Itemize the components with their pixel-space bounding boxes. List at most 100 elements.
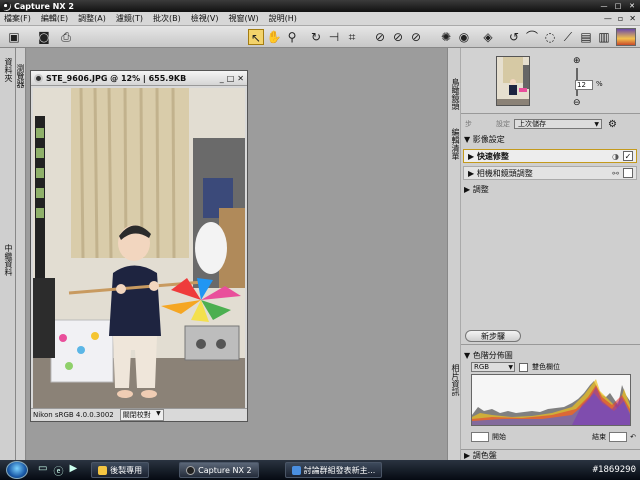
menu-filter[interactable]: 濾鏡(T): [116, 13, 143, 24]
photo-image: [33, 88, 245, 408]
show-desktop-icon[interactable]: ▭: [38, 463, 47, 478]
eye-icon[interactable]: ◑: [612, 152, 619, 161]
tab-browser[interactable]: 瀏覽器: [16, 64, 26, 88]
start-label: 開始: [492, 433, 506, 441]
image-close-button[interactable]: ✕: [237, 74, 244, 83]
image-settings-section[interactable]: ▼ 影像設定: [461, 133, 640, 145]
edit-list-header: 步 設定 上次儲存 ⚙: [461, 117, 640, 131]
crop-icon[interactable]: ⌗: [344, 29, 360, 45]
gear-icon[interactable]: ⚙: [608, 119, 617, 130]
browser-icon[interactable]: ▣: [6, 29, 22, 45]
zoom-in-icon[interactable]: ⊕: [573, 56, 581, 66]
adjust-section[interactable]: ▶ 調整: [461, 183, 640, 195]
right-panel: ⊕ 12 % ⊖ 步 設定 上次儲存 ⚙ ▼ 影像設定 ▶ 快速修整 ◑ ✓ ▶…: [461, 48, 640, 460]
zoom-tool-icon[interactable]: ⚲: [284, 29, 300, 45]
tab-edit-list[interactable]: 編輯清單: [449, 128, 461, 160]
title-bar: Capture NX 2 — □ ✕: [0, 0, 640, 12]
layers-icon[interactable]: ▥: [596, 29, 612, 45]
direct-select-tool-icon[interactable]: ↖: [248, 29, 264, 45]
right-tab-strip: 鳥瞰鏡頭 編輯清單 相片資訊: [447, 48, 461, 460]
ie-icon[interactable]: ⓔ: [53, 463, 63, 478]
color-point-icon[interactable]: ◈: [480, 29, 496, 45]
reset-icon[interactable]: ↶: [630, 433, 636, 441]
gradient-icon[interactable]: ⟋: [560, 29, 576, 45]
folder-icon: [98, 465, 108, 475]
image-minimize-button[interactable]: _: [220, 74, 224, 83]
camera-icon[interactable]: ◙: [36, 29, 52, 45]
settings-label: 設定: [496, 120, 510, 128]
end-field[interactable]: [609, 432, 628, 442]
image-window-title: STE_9606.JPG @ 12% | 655.9KB: [46, 73, 187, 83]
left-dock-browser: 瀏覽器: [16, 48, 26, 460]
tab-folders[interactable]: 資料夾: [2, 58, 14, 82]
settings-select[interactable]: 上次儲存: [514, 119, 602, 129]
menu-view[interactable]: 檢視(V): [191, 13, 219, 24]
histogram-graph[interactable]: [471, 374, 631, 426]
color-profile: Nikon sRGB 4.0.0.3002: [33, 411, 114, 419]
palette-section[interactable]: ▶ 調色盤: [461, 449, 640, 460]
red-eye-icon[interactable]: ✺: [438, 29, 454, 45]
image-window[interactable]: STE_9606.JPG @ 12% | 655.9KB _ □ ✕ Nikon…: [30, 70, 248, 422]
step-quick-fix-checkbox[interactable]: ✓: [623, 151, 633, 161]
start-field[interactable]: [471, 432, 489, 442]
image-window-titlebar[interactable]: STE_9606.JPG @ 12% | 655.9KB _ □ ✕: [31, 71, 247, 86]
nx-icon: [186, 465, 196, 475]
dual-label: 雙色欄位: [532, 363, 560, 371]
navigator-thumbnail[interactable]: [496, 56, 530, 106]
histogram-channel-select[interactable]: RGB: [471, 362, 515, 372]
doc-minimize-button[interactable]: —: [604, 14, 612, 23]
step-camera-lens[interactable]: ▶ 相機和鏡頭調整 ⚯: [463, 166, 637, 180]
print-icon[interactable]: ⎙: [58, 29, 74, 45]
menu-file[interactable]: 檔案(F): [4, 13, 31, 24]
task-folder[interactable]: 後製專用: [91, 462, 150, 478]
black-point-icon[interactable]: ⊘: [372, 29, 388, 45]
fill-icon[interactable]: ▤: [578, 29, 594, 45]
menu-edit[interactable]: 編輯(E): [41, 13, 68, 24]
neutral-point-icon[interactable]: ⊘: [390, 29, 406, 45]
doc-close-button[interactable]: ✕: [629, 14, 636, 23]
toolbar: ▣ ◙ ⎙ ↖ ✋ ⚲ ↻ ⊣ ⌗ ⊘ ⊘ ⊘ ✺ ◉ ◈ ↺ ⌒ ◌ ⟋ ▤ …: [0, 26, 640, 48]
marquee-icon[interactable]: ◌: [542, 29, 558, 45]
histogram-title[interactable]: ▼ 色階分佈圖: [464, 350, 513, 361]
straighten-icon[interactable]: ⊣: [326, 29, 342, 45]
task-capture-nx[interactable]: Capture NX 2: [179, 462, 259, 478]
zoom-out-icon[interactable]: ⊖: [573, 98, 581, 108]
selection-brush-icon[interactable]: ↺: [506, 29, 522, 45]
menu-window[interactable]: 視窗(W): [228, 13, 258, 24]
hand-tool-icon[interactable]: ✋: [266, 29, 282, 45]
image-maximize-button[interactable]: □: [227, 74, 235, 83]
maximize-button[interactable]: □: [612, 2, 624, 11]
task-browser[interactable]: 討論群組發表新主...: [284, 462, 383, 478]
media-icon[interactable]: ▶: [69, 463, 77, 478]
close-button[interactable]: ✕: [626, 2, 638, 11]
tab-metadata[interactable]: 中繼資料: [2, 244, 14, 276]
tab-navigator[interactable]: 鳥瞰鏡頭: [449, 78, 461, 110]
rotate-icon[interactable]: ↻: [308, 29, 324, 45]
navigator-thumbnail-image: [497, 57, 529, 105]
doc-restore-button[interactable]: ▫: [618, 14, 623, 23]
dual-checkbox[interactable]: [519, 362, 528, 372]
photo-canvas[interactable]: [33, 88, 245, 408]
tab-photo-info[interactable]: 相片資訊: [449, 364, 461, 396]
white-point-icon[interactable]: ⊘: [408, 29, 424, 45]
new-step-button[interactable]: 新步驟: [465, 330, 521, 342]
taskbar-clock: #1869290: [592, 465, 636, 475]
left-dock: 資料夾 中繼資料: [0, 48, 16, 460]
step-camera-lens-label: ▶ 相機和鏡頭調整: [468, 168, 533, 178]
menu-batch[interactable]: 批次(B): [153, 13, 181, 24]
link-icon[interactable]: ⚯: [612, 169, 619, 178]
menu-help[interactable]: 說明(H): [269, 13, 297, 24]
menu-adjust[interactable]: 調整(A): [78, 13, 106, 24]
zoom-value[interactable]: 12: [575, 80, 593, 90]
user-avatar: [616, 28, 636, 46]
browser-icon: [291, 465, 301, 475]
taskbar: ▭ ⓔ ▶ 後製專用 Capture NX 2 討論群組發表新主... #186…: [0, 460, 640, 480]
lasso-icon[interactable]: ⌒: [524, 29, 540, 45]
start-button[interactable]: [6, 461, 28, 479]
edit-list-panel: 步 設定 上次儲存 ⚙ ▼ 影像設定 ▶ 快速修整 ◑ ✓ ▶ 相機和鏡頭調整 …: [461, 115, 640, 345]
soft-proof-select[interactable]: 關閉校對: [119, 409, 164, 421]
step-quick-fix[interactable]: ▶ 快速修整 ◑ ✓: [463, 149, 637, 163]
step-camera-lens-checkbox[interactable]: [623, 168, 633, 178]
auto-retouch-icon[interactable]: ◉: [456, 29, 472, 45]
minimize-button[interactable]: —: [598, 2, 610, 11]
